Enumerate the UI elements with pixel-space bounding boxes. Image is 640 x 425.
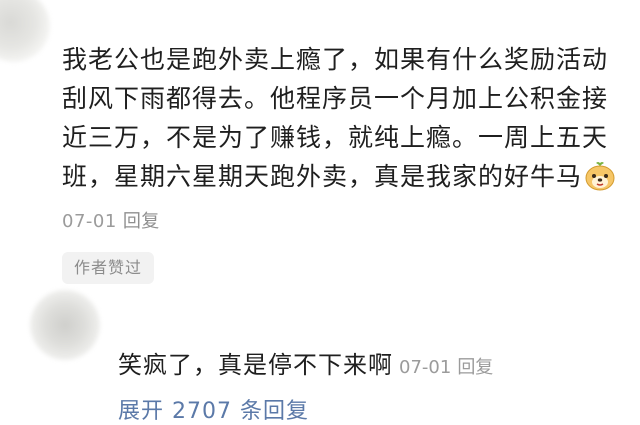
expand-replies-link[interactable]: 展开 2707 条回复: [118, 393, 309, 425]
comment-meta: 07-01 回复: [62, 207, 160, 233]
commenter-avatar[interactable]: [0, 0, 50, 62]
comment-text: 我老公也是跑外卖上瘾了，如果有什么奖励活动刮风下雨都得去。他程序员一个月加上公积…: [62, 45, 609, 191]
dog-face-emoji-icon: [584, 161, 616, 202]
reply-date: 07-01: [399, 357, 452, 378]
comment-body: 我老公也是跑外卖上瘾了，如果有什么奖励活动刮风下雨都得去。他程序员一个月加上公积…: [62, 40, 632, 202]
reply-text: 笑疯了，真是停不下来啊: [118, 351, 393, 379]
reply-meta: 07-01 回复: [399, 357, 493, 378]
reply-reply-button[interactable]: 回复: [457, 357, 493, 378]
replier-avatar[interactable]: [30, 290, 100, 360]
comment-date: 07-01: [62, 211, 117, 232]
author-liked-badge: 作者赞过: [62, 252, 154, 284]
comment-reply-button[interactable]: 回复: [123, 211, 160, 232]
reply-item: 笑疯了，真是停不下来啊 07-01 回复: [118, 345, 493, 380]
